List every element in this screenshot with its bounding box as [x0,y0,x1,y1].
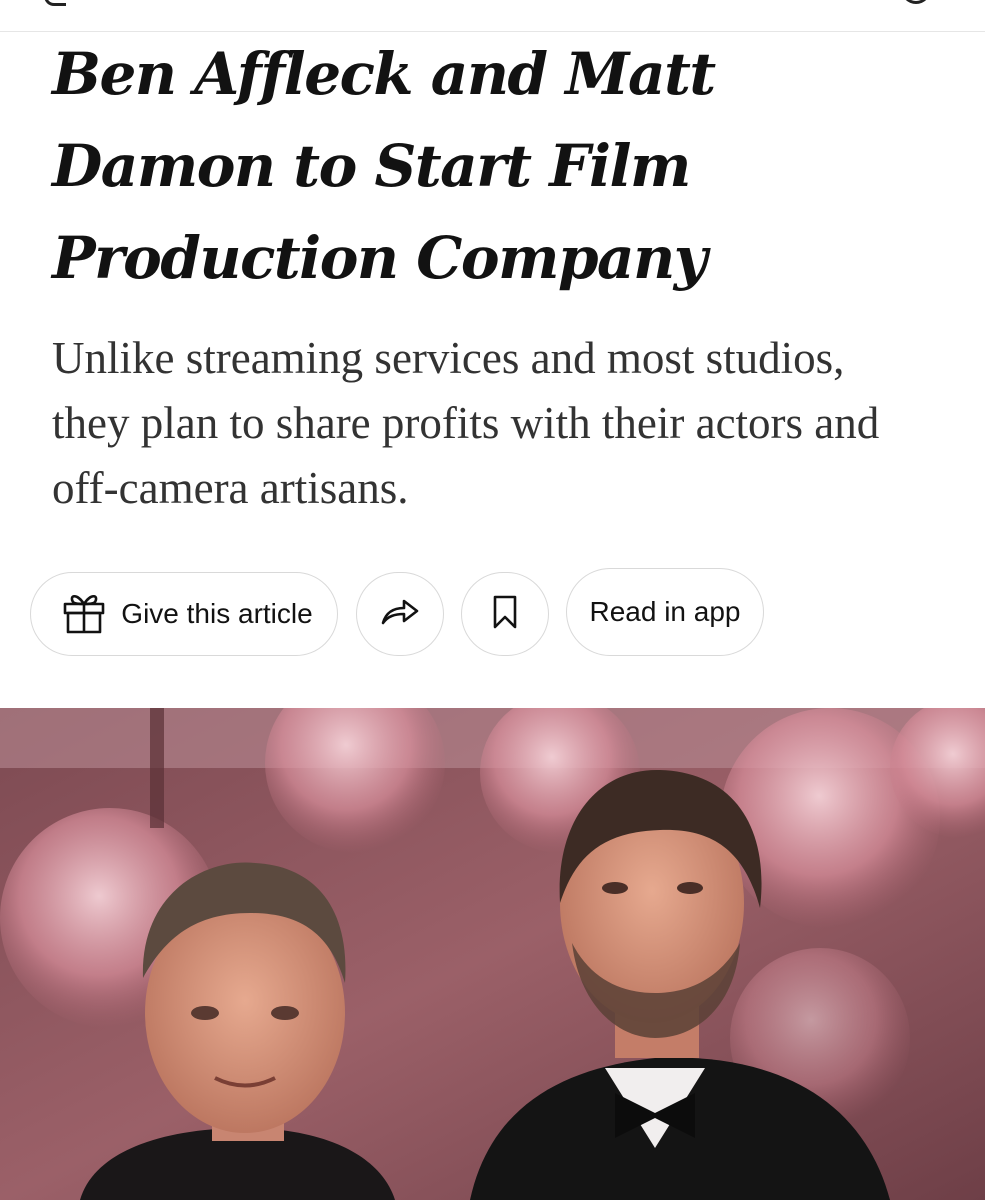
back-icon[interactable] [44,0,66,6]
share-button[interactable] [356,572,444,656]
article-lead-photo [0,708,985,1200]
gift-icon [61,589,107,640]
read-in-app-button[interactable]: Read in app [566,568,764,656]
read-in-app-label: Read in app [589,596,741,627]
give-article-button[interactable]: Give this article [30,572,338,656]
account-icon[interactable] [901,0,931,4]
save-article-button[interactable] [461,572,549,656]
article-actions-toolbar: Give this article Read in app [0,568,985,660]
article-headline: Ben Affleck and Matt Damon to Start Film… [52,40,716,292]
bookmark-icon [490,594,520,635]
give-article-label: Give this article [121,598,313,629]
share-arrow-icon [380,597,420,632]
article-summary: Unlike streaming services and most studi… [52,333,880,513]
